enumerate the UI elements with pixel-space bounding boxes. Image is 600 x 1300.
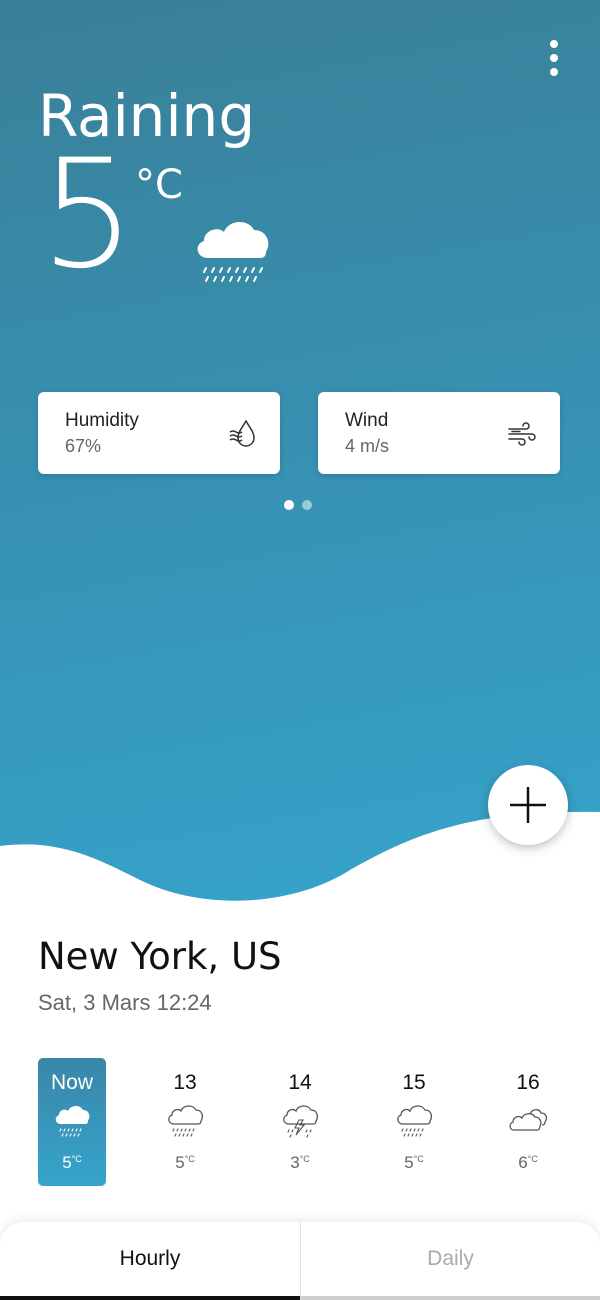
- hour-item[interactable]: 14 3°C: [266, 1058, 334, 1186]
- humidity-card[interactable]: Humidity 67%: [38, 392, 280, 474]
- hour-temperature: 3°C: [290, 1153, 310, 1172]
- location-datetime: Sat, 3 Mars 12:24: [38, 990, 212, 1015]
- humidity-value: 67%: [65, 436, 102, 456]
- hour-item[interactable]: 13 5°C: [151, 1058, 219, 1186]
- card-pager: [284, 500, 312, 510]
- current-temperature: 5: [40, 128, 136, 302]
- wind-value: 4 m/s: [345, 436, 390, 456]
- plus-icon: [510, 787, 546, 823]
- rain-cloud-icon: [168, 1105, 203, 1137]
- more-dot-icon: [550, 40, 558, 48]
- hour-temperature: 6°C: [518, 1153, 538, 1172]
- add-location-button[interactable]: [488, 765, 568, 845]
- wind-label: Wind: [345, 410, 389, 431]
- wind-icon: [508, 422, 536, 446]
- rain-cloud-icon: [397, 1105, 432, 1137]
- hour-item[interactable]: 15 5°C: [380, 1058, 448, 1186]
- hour-temperature: 5°C: [404, 1153, 424, 1172]
- hour-item[interactable]: 16 6°C: [494, 1058, 562, 1186]
- humidity-drop-icon: [229, 419, 255, 447]
- temperature-unit: °C: [135, 162, 183, 208]
- hour-temperature: 5°C: [62, 1153, 82, 1172]
- hour-label: 16: [516, 1071, 540, 1094]
- humidity-label: Humidity: [65, 410, 139, 431]
- pager-dot-active[interactable]: [284, 500, 294, 510]
- hour-label: 14: [288, 1071, 312, 1094]
- wind-card[interactable]: Wind 4 m/s: [318, 392, 560, 474]
- tab-daily[interactable]: Daily: [300, 1222, 600, 1300]
- hour-label: Now: [50, 1071, 93, 1094]
- hourly-forecast: Now 5°C 13 5°C 14 3°C 15 5°C 16 6°C: [38, 1058, 568, 1186]
- rain-cloud-icon: [55, 1105, 90, 1137]
- hour-item-now[interactable]: Now 5°C: [38, 1058, 106, 1186]
- more-dot-icon: [550, 68, 558, 76]
- hour-temperature: 5°C: [175, 1153, 195, 1172]
- hour-label: 15: [402, 1071, 426, 1094]
- more-dot-icon: [550, 54, 558, 62]
- more-options-button[interactable]: [544, 40, 564, 76]
- hour-label: 13: [173, 1071, 197, 1094]
- forecast-tabs: Hourly Daily: [0, 1222, 600, 1300]
- cloudy-icon: [509, 1109, 548, 1131]
- tab-hourly[interactable]: Hourly: [0, 1222, 300, 1300]
- location-city: New York, US: [38, 935, 282, 978]
- pager-dot[interactable]: [302, 500, 312, 510]
- thunderstorm-icon: [283, 1105, 318, 1138]
- rain-cloud-icon: [197, 221, 269, 282]
